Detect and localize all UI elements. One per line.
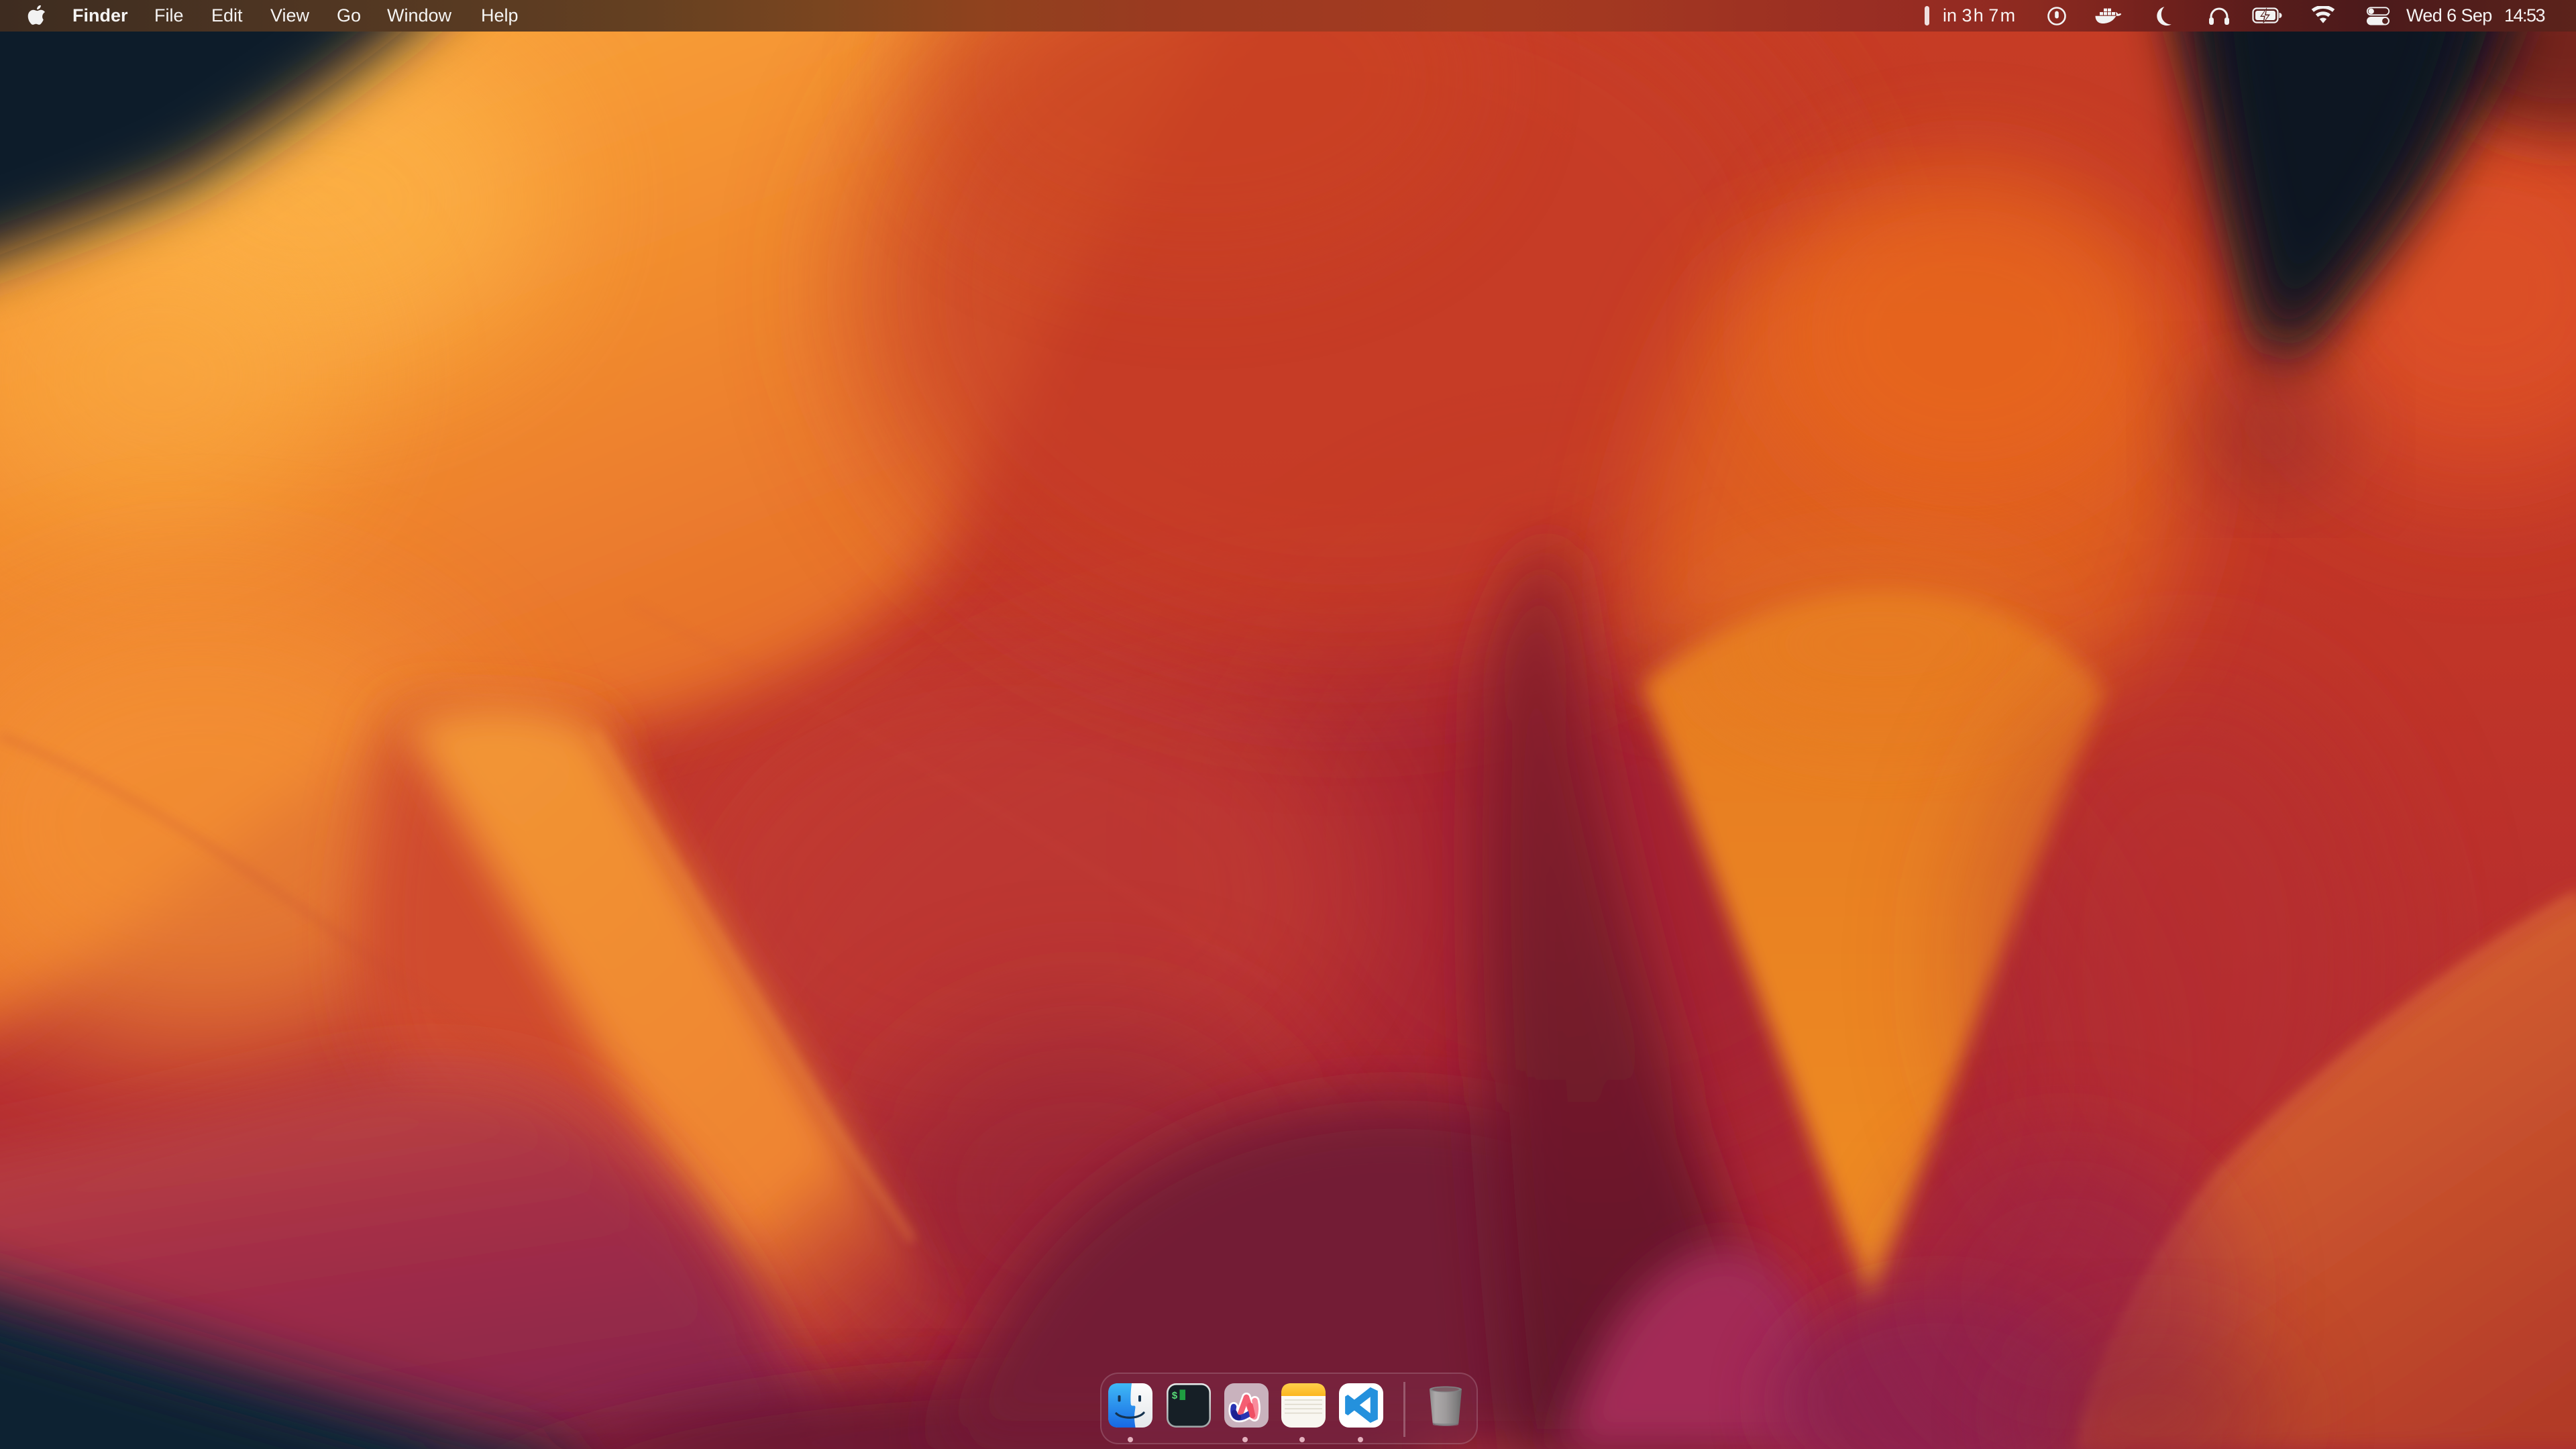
svg-text:$: $ bbox=[1172, 1391, 1178, 1402]
